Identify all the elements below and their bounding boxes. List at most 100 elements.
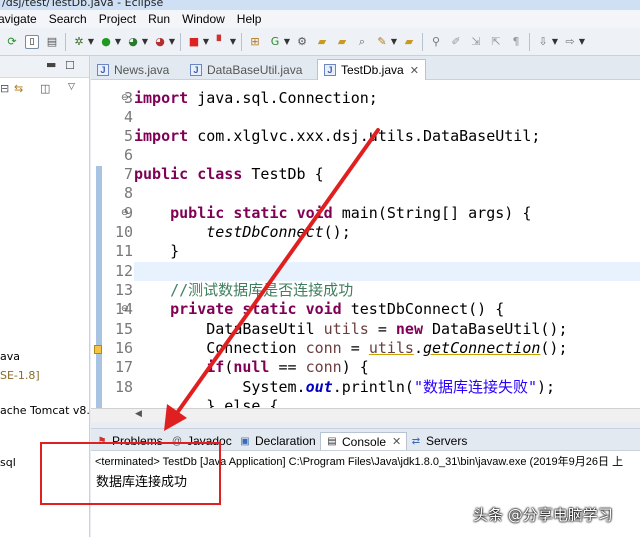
code-line-5: import com.xlglvc.xxx.dsj.utils.DataBase…: [134, 127, 541, 145]
external-tools-icon[interactable]: ◕: [153, 35, 167, 49]
code-line-15: DataBaseUtil utils = new DataBaseUtil();: [206, 320, 568, 338]
open-type-icon[interactable]: ⚙: [295, 35, 309, 49]
watermark-text: 头条 @分享电脑学习: [473, 506, 613, 524]
deploy-dropdown-icon[interactable]: ▼: [230, 35, 236, 49]
code-line-13: //测试数据库是否连接成功: [170, 281, 354, 299]
java-file-icon: J: [97, 63, 109, 76]
tab-servers[interactable]: ⇄ Servers: [410, 432, 468, 450]
line-number: 8: [123, 184, 133, 202]
fold-icon[interactable]: ⊖: [121, 300, 129, 319]
tab-console[interactable]: ▤ Console ✕: [320, 432, 408, 450]
tree-item-tomcat[interactable]: ache Tomcat v8.5: [0, 404, 89, 417]
tab-testdb-java[interactable]: J TestDb.java ✕: [317, 59, 426, 80]
view-menu-icon[interactable]: ▽: [68, 82, 75, 92]
menu-help[interactable]: Help: [231, 12, 268, 26]
code-line-17: if(null == conn) {: [206, 358, 369, 376]
prev-annotation-icon[interactable]: ⇱: [489, 35, 503, 49]
code-line-18: System.out.println("数据库连接失败");: [242, 378, 556, 396]
tab-label: TestDb.java: [341, 63, 404, 77]
menu-bar: avigate Search Project Run Window Help: [0, 10, 640, 28]
coverage-dropdown-icon[interactable]: ▼: [142, 35, 148, 49]
back-icon[interactable]: ⇩: [536, 35, 550, 49]
code-line-11: }: [170, 242, 180, 260]
back-dropdown-icon[interactable]: ▼: [552, 35, 558, 49]
annotation-red-box: [40, 442, 221, 505]
coverage-icon[interactable]: ◕: [126, 35, 140, 49]
debug-dropdown-icon[interactable]: ▼: [88, 35, 94, 49]
tree-item-java[interactable]: ava: [0, 350, 20, 363]
main-toolbar: ⟳ ▯ ▤ ✲ ▼ ● ▼ ◕ ▼ ◕ ▼ ■ ▼ ▘ ▼ ⊞ G ▼ ⚙ ▰ …: [0, 28, 640, 56]
fold-icon[interactable]: ⊖: [121, 89, 129, 108]
code-line-14: private static void testDbConnect() {: [170, 300, 505, 318]
toggle-mark-occurrences-icon[interactable]: ▯: [25, 34, 39, 49]
declaration-icon: ▣: [240, 435, 250, 447]
line-number: 16: [114, 339, 133, 357]
fold-icon[interactable]: ⊖: [121, 204, 129, 223]
new-package-icon[interactable]: ⊞: [248, 35, 262, 49]
code-line-19: } else {: [206, 397, 279, 408]
refresh-icon[interactable]: ⟳: [5, 35, 19, 49]
close-icon[interactable]: ✕: [410, 64, 419, 77]
run-dropdown-icon[interactable]: ▼: [115, 35, 121, 49]
line-number: 11: [114, 242, 133, 260]
collapse-all-icon[interactable]: ⊟: [0, 82, 9, 95]
line-number: 17: [114, 358, 133, 376]
pencil-icon[interactable]: ✎: [375, 35, 389, 49]
line-number: 18: [114, 378, 133, 396]
minimize-icon[interactable]: ▬: [46, 58, 56, 71]
console-icon: ▤: [327, 436, 337, 447]
stop-dropdown-icon[interactable]: ▼: [203, 35, 209, 49]
line-number: 13: [114, 281, 133, 299]
new-class-icon[interactable]: G: [268, 35, 282, 49]
new-class-dropdown-icon[interactable]: ▼: [284, 35, 290, 49]
line-number: 10: [114, 223, 133, 241]
block-selection-icon[interactable]: ▤: [45, 35, 59, 49]
overview-ruler: [91, 80, 105, 408]
run-icon[interactable]: ●: [99, 35, 113, 49]
tab-declaration[interactable]: ▣ Declaration: [239, 432, 315, 450]
menu-window[interactable]: Window: [176, 12, 231, 26]
link-with-editor-icon[interactable]: ⇆: [14, 82, 23, 95]
editor-horizontal-scrollbar[interactable]: ◀: [91, 408, 640, 422]
code-line-10: testDbConnect();: [206, 223, 351, 241]
menu-navigate[interactable]: avigate: [0, 12, 43, 26]
close-icon[interactable]: ✕: [392, 435, 401, 448]
stop-icon[interactable]: ■: [187, 35, 201, 49]
menu-run[interactable]: Run: [142, 12, 176, 26]
pencil-dropdown-icon[interactable]: ▼: [391, 35, 397, 49]
show-whitespace-icon[interactable]: ¶: [509, 35, 523, 49]
tree-item-sql[interactable]: sql: [0, 456, 16, 469]
focus-icon[interactable]: ◫: [40, 82, 50, 95]
forward-icon[interactable]: ⇨: [563, 35, 577, 49]
open-folder-icon[interactable]: ▰: [315, 35, 329, 49]
debug-icon[interactable]: ✲: [72, 35, 86, 49]
warning-icon[interactable]: [94, 345, 102, 354]
code-line-9: public static void main(String[] args) {: [170, 204, 532, 222]
next-annotation-icon[interactable]: ⇲: [469, 35, 483, 49]
open-task-icon[interactable]: ▰: [335, 35, 349, 49]
line-number: 4: [123, 108, 133, 126]
code-editor[interactable]: 3 4 5 6 7 8 9 10 11 12 13 14 15 16 17 18…: [91, 80, 640, 408]
code-line-3: import java.sql.Connection;: [134, 89, 378, 107]
deploy-icon[interactable]: ▘: [214, 35, 228, 49]
tab-news-java[interactable]: J News.java: [97, 59, 169, 80]
external-tools-dropdown-icon[interactable]: ▼: [169, 35, 175, 49]
forward-dropdown-icon[interactable]: ▼: [579, 35, 585, 49]
java-file-icon: J: [324, 64, 336, 76]
code-line-7: public class TestDb {: [134, 165, 324, 183]
tab-label: DataBaseUtil.java: [207, 62, 303, 77]
menu-search[interactable]: Search: [43, 12, 93, 26]
package-explorer-header: ▬ ☐: [0, 56, 89, 78]
search-icon[interactable]: ⌕: [355, 35, 369, 49]
line-number-gutter: 3 4 5 6 7 8 9 10 11 12 13 14 15 16 17 18: [105, 80, 133, 408]
brush-icon[interactable]: ✐: [449, 35, 463, 49]
tree-item-jre[interactable]: SE-1.8]: [0, 369, 40, 382]
scroll-left-icon[interactable]: ◀: [135, 409, 142, 419]
menu-project[interactable]: Project: [93, 12, 142, 26]
annotation-icon[interactable]: ▰: [402, 35, 416, 49]
maximize-icon[interactable]: ☐: [65, 59, 75, 72]
line-number: 7: [123, 165, 133, 183]
package-explorer-toolbar: ⊟ ⇆ ◫ ▽: [0, 82, 89, 98]
tab-databaseutil-java[interactable]: J DataBaseUtil.java: [190, 59, 302, 80]
pin-icon[interactable]: ⚲: [429, 35, 443, 49]
